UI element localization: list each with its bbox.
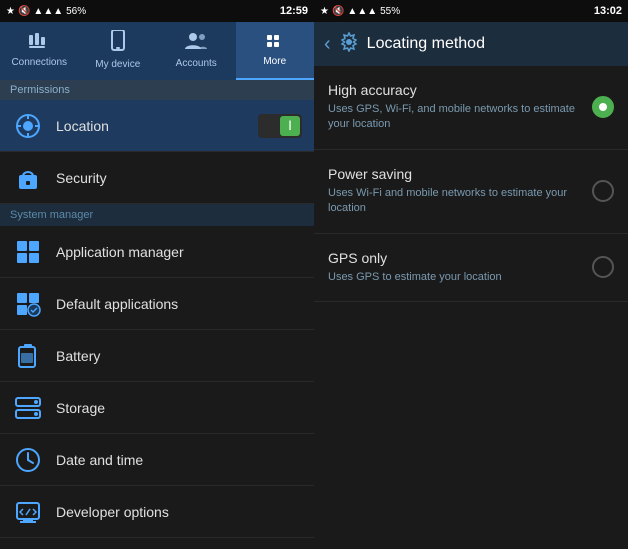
option-list: High accuracy Uses GPS, Wi-Fi, and mobil…: [314, 66, 628, 549]
default-apps-label: Default applications: [56, 296, 302, 312]
power-saving-desc: Uses Wi-Fi and mobile networks to estima…: [328, 186, 582, 217]
right-battery: 55%: [380, 6, 400, 17]
right-panel: ★ 🔇 ▲▲▲ 55% 13:02 ‹ Locating method High…: [314, 0, 628, 549]
tab-connections-label: Connections: [11, 57, 67, 68]
gps-only-content: GPS only Uses GPS to estimate your locat…: [328, 250, 582, 285]
storage-icon: [12, 392, 44, 424]
battery-label: Battery: [56, 348, 302, 364]
date-time-menu-item[interactable]: Date and time: [0, 434, 314, 486]
status-bar-right: ★ 🔇 ▲▲▲ 55% 13:02: [314, 0, 628, 22]
bluetooth-icon: ★: [6, 6, 15, 17]
tab-my-device-label: My device: [95, 59, 140, 70]
mute-icon: 🔇: [18, 6, 30, 17]
date-time-icon: [12, 444, 44, 476]
tab-my-device[interactable]: My device: [79, 22, 158, 80]
left-status-icons: ★ 🔇 ▲▲▲ 56%: [6, 6, 86, 17]
toggle-thumb: [280, 116, 300, 136]
right-mute-icon: 🔇: [332, 6, 344, 17]
location-label: Location: [56, 118, 258, 134]
security-menu-item[interactable]: Security: [0, 152, 314, 204]
location-menu-item[interactable]: Location: [0, 100, 314, 152]
gps-only-radio[interactable]: [592, 256, 614, 278]
default-apps-icon: [12, 288, 44, 320]
back-button[interactable]: ‹: [324, 33, 331, 56]
location-icon: [12, 110, 44, 142]
gps-only-title: GPS only: [328, 250, 582, 266]
storage-menu-item[interactable]: Storage: [0, 382, 314, 434]
app-manager-label: Application manager: [56, 244, 302, 260]
permissions-header: Permissions: [0, 80, 314, 100]
right-bluetooth-icon: ★: [320, 6, 329, 17]
left-time: 12:59: [280, 5, 308, 17]
battery-menu-icon: [12, 340, 44, 372]
top-bar-title: Locating method: [367, 35, 618, 53]
connections-icon: [28, 32, 50, 53]
power-saving-title: Power saving: [328, 166, 582, 182]
accounts-icon: [185, 31, 207, 54]
high-accuracy-content: High accuracy Uses GPS, Wi-Fi, and mobil…: [328, 82, 582, 133]
gps-only-option[interactable]: GPS only Uses GPS to estimate your locat…: [314, 234, 628, 302]
tab-accounts-label: Accounts: [176, 58, 217, 69]
high-accuracy-radio[interactable]: [592, 96, 614, 118]
gps-only-desc: Uses GPS to estimate your location: [328, 270, 582, 285]
status-bar-left: ★ 🔇 ▲▲▲ 56% 12:59: [0, 0, 314, 22]
tab-accounts[interactable]: Accounts: [157, 22, 236, 80]
battery-menu-item[interactable]: Battery: [0, 330, 314, 382]
more-icon: [264, 33, 286, 52]
right-time: 13:02: [594, 5, 622, 17]
high-accuracy-option[interactable]: High accuracy Uses GPS, Wi-Fi, and mobil…: [314, 66, 628, 150]
battery-left: 56%: [66, 6, 86, 17]
location-toggle[interactable]: [258, 114, 302, 138]
date-time-label: Date and time: [56, 452, 302, 468]
app-manager-icon: [12, 236, 44, 268]
high-accuracy-title: High accuracy: [328, 82, 582, 98]
developer-label: Developer options: [56, 504, 302, 520]
power-saving-content: Power saving Uses Wi-Fi and mobile netwo…: [328, 166, 582, 217]
power-saving-option[interactable]: Power saving Uses Wi-Fi and mobile netwo…: [314, 150, 628, 234]
left-panel: ★ 🔇 ▲▲▲ 56% 12:59 Connections: [0, 0, 314, 549]
system-manager-header: System manager: [0, 204, 314, 226]
menu-list: Location Security System manager: [0, 100, 314, 549]
locating-method-gear-icon: [339, 32, 359, 57]
right-status-icons: ★ 🔇 ▲▲▲ 55%: [320, 6, 400, 17]
tab-more[interactable]: More: [236, 22, 315, 80]
tab-bar: Connections My device Accounts: [0, 22, 314, 80]
security-icon: [12, 162, 44, 194]
default-apps-menu-item[interactable]: Default applications: [0, 278, 314, 330]
right-signal-icon: ▲▲▲: [347, 6, 377, 17]
developer-icon: [12, 496, 44, 528]
storage-label: Storage: [56, 400, 302, 416]
tab-connections[interactable]: Connections: [0, 22, 79, 80]
signal-icon: ▲▲▲: [33, 6, 63, 17]
my-device-icon: [110, 30, 126, 55]
developer-menu-item[interactable]: Developer options: [0, 486, 314, 538]
high-accuracy-desc: Uses GPS, Wi-Fi, and mobile networks to …: [328, 102, 582, 133]
tab-more-label: More: [263, 56, 286, 67]
app-manager-menu-item[interactable]: Application manager: [0, 226, 314, 278]
top-bar-right: ‹ Locating method: [314, 22, 628, 66]
power-saving-radio[interactable]: [592, 180, 614, 202]
security-label: Security: [56, 170, 302, 186]
